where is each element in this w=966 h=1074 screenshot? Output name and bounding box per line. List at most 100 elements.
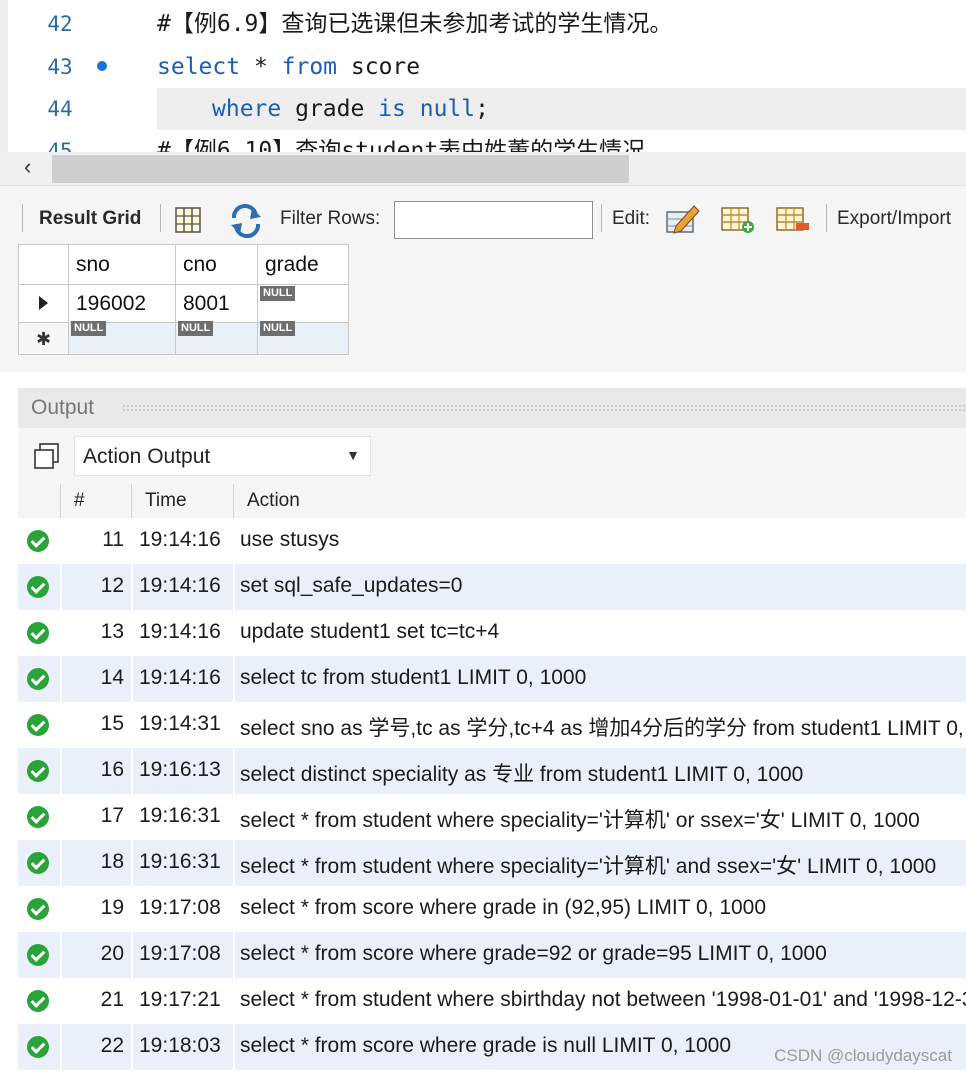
row-number: 11 (102, 528, 124, 551)
cell-sno[interactable]: NULL (68, 320, 176, 355)
column-header-num[interactable]: # (74, 490, 85, 512)
filter-rows-input[interactable] (394, 201, 593, 239)
scroll-left-icon[interactable]: ‹ (24, 154, 31, 180)
list-item[interactable]: 12 19:14:16 set sql_safe_updates=0 (18, 564, 966, 610)
row-number: 19 (100, 896, 124, 919)
row-time: 19:14:16 (139, 574, 221, 597)
column-divider (233, 564, 235, 610)
row-number: 12 (100, 574, 124, 597)
list-item[interactable]: 17 19:16:31 select * from student where sp… (18, 794, 966, 840)
code-line-43: 43 select * from score (0, 46, 966, 88)
edit-cell-icon[interactable] (664, 202, 700, 236)
row-pointer-icon[interactable] (18, 284, 69, 323)
column-divider (60, 484, 61, 518)
copy-icon[interactable] (32, 442, 62, 472)
row-time: 19:14:16 (139, 528, 221, 551)
success-check-icon (27, 1036, 49, 1058)
list-item[interactable]: 16 19:16:13 select distinct speciality as … (18, 748, 966, 794)
column-header-grade[interactable]: grade (257, 244, 349, 285)
panel-grip[interactable] (122, 404, 966, 412)
table-row[interactable]: 196002 8001 NULL (18, 284, 349, 323)
line-number: 42 (47, 12, 73, 36)
column-divider (233, 886, 235, 932)
success-check-icon (27, 852, 49, 874)
row-number: 20 (100, 942, 124, 965)
column-divider (131, 932, 133, 978)
code-fragment: * (240, 54, 282, 80)
column-divider (233, 932, 235, 978)
row-action: select * from student where speciality='… (240, 855, 937, 878)
column-divider (233, 840, 235, 886)
code-fragment: ; (475, 96, 489, 122)
row-action: select * from score where grade is null … (240, 1034, 732, 1057)
success-check-icon (27, 714, 49, 736)
list-item[interactable]: 14 19:14:16 select tc from student1 LIMIT … (18, 656, 966, 702)
cell-cno[interactable]: NULL (175, 320, 258, 355)
row-time: 19:14:31 (139, 712, 221, 735)
column-divider (233, 656, 235, 702)
column-header-cno[interactable]: cno (175, 244, 258, 285)
row-time: 19:17:08 (139, 896, 221, 919)
cell-cno[interactable]: 8001 (175, 284, 258, 323)
row-action: select * from student where speciality='… (240, 809, 920, 832)
null-badge: NULL (260, 320, 296, 336)
new-row-asterisk-icon[interactable]: ✱ (18, 322, 69, 355)
toolbar-divider (160, 204, 161, 232)
chevron-down-icon[interactable]: ▼ (346, 447, 360, 463)
code-fragment: score (337, 54, 421, 80)
add-row-icon[interactable] (719, 202, 755, 236)
list-item[interactable]: 11 19:14:16 use stusys (18, 518, 966, 564)
row-action: use stusys (240, 528, 340, 551)
column-divider (131, 564, 133, 610)
success-check-icon (27, 806, 49, 828)
column-divider (131, 978, 133, 1024)
list-item[interactable]: 20 19:17:08 select * from score where grad… (18, 932, 966, 978)
column-divider (131, 886, 133, 932)
column-divider (233, 518, 235, 564)
row-number: 18 (100, 850, 124, 873)
list-item[interactable]: 13 19:14:16 update student1 set tc=tc+4 (18, 610, 966, 656)
form-editor-icon[interactable] (172, 204, 208, 238)
cell-grade[interactable]: NULL (257, 284, 349, 323)
delete-row-icon[interactable] (774, 202, 810, 236)
output-type-value: Action Output (83, 445, 211, 468)
column-divider (131, 484, 132, 518)
output-table-header: # Time Action (18, 484, 966, 518)
toolbar-divider (601, 204, 602, 232)
toolbar-divider (22, 204, 23, 232)
null-badge: NULL (178, 320, 214, 336)
row-time: 19:17:08 (139, 942, 221, 965)
refresh-icon[interactable] (228, 204, 264, 238)
column-header-sno[interactable]: sno (68, 244, 176, 285)
list-item[interactable]: 18 19:16:31 select * from student where sp… (18, 840, 966, 886)
output-type-select[interactable]: Action Output ▼ (74, 436, 371, 476)
success-check-icon (27, 944, 49, 966)
row-action: select distinct speciality as 专业 from st… (240, 763, 804, 786)
column-divider (131, 1024, 133, 1070)
new-row[interactable]: ✱ NULL NULL NULL (18, 320, 349, 355)
sql-editor[interactable]: 42 #【例6.9】查询已选课但未参加考试的学生情况。 43 select * … (0, 0, 966, 152)
cell-grade[interactable]: NULL (257, 320, 349, 355)
list-item[interactable]: 19 19:17:08 select * from score where grad… (18, 886, 966, 932)
grid-corner[interactable] (18, 244, 69, 285)
column-header-time[interactable]: Time (145, 490, 187, 512)
keyword-where: where (212, 96, 282, 122)
list-item[interactable]: 15 19:14:31 select sno as 学号,tc as 学分,tc+4… (18, 702, 966, 748)
export-import-label[interactable]: Export/Import (837, 208, 951, 230)
cell-sno[interactable]: 196002 (68, 284, 176, 323)
scrollbar-thumb[interactable] (52, 155, 629, 183)
list-item[interactable]: 21 19:17:21 select * from student where sb… (18, 978, 966, 1024)
null-badge: NULL (260, 285, 296, 301)
result-grid-table: sno cno grade 196002 8001 NULL ✱ NULL NU… (18, 244, 349, 355)
row-time: 19:14:16 (139, 620, 221, 643)
column-header-action[interactable]: Action (247, 490, 300, 512)
column-divider (131, 702, 133, 748)
column-divider (233, 794, 235, 840)
keyword-select: select (157, 54, 241, 80)
output-title: Output (31, 396, 95, 419)
code-text: where grade is null; (212, 88, 489, 130)
editor-horizontal-scrollbar[interactable]: ‹ (0, 152, 966, 186)
column-divider (131, 656, 133, 702)
result-grid-tab[interactable]: Result Grid (39, 208, 141, 230)
watermark: CSDN @cloudydayscat (774, 1046, 952, 1065)
